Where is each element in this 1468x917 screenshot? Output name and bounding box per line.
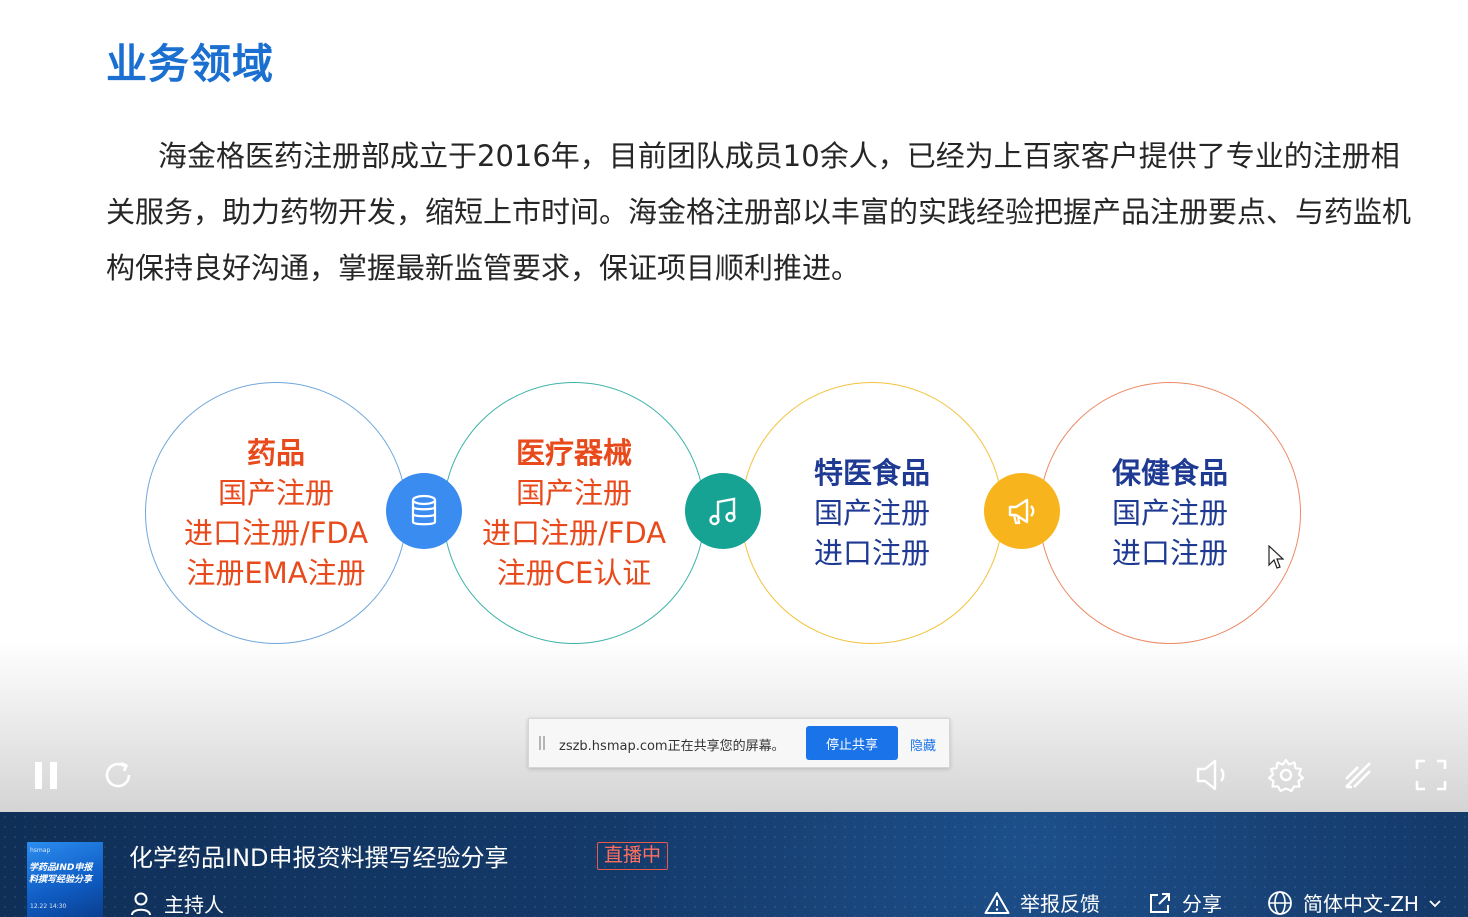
card-line: 进口注册/FDA — [183, 516, 369, 550]
thumbnail-title: 学药品IND申报料撰写经验分享 — [29, 863, 93, 885]
thumbnail-brand: hsmap — [30, 847, 51, 854]
pause-icon[interactable] — [30, 757, 62, 793]
live-thumbnail[interactable]: hsmap 学药品IND申报料撰写经验分享 12.22 14:30 — [27, 842, 103, 917]
intro-paragraph: 海金格医药注册部成立于2016年，目前团队成员10余人，已经为上百家客户提供了专… — [106, 139, 1412, 285]
drag-handle[interactable] — [539, 736, 545, 750]
mouse-cursor-icon — [1268, 544, 1285, 575]
card-line: 国产注册 — [217, 476, 334, 510]
fullscreen-icon[interactable] — [1412, 756, 1450, 794]
card-head: 特医食品 — [813, 456, 930, 490]
share-label: 分享 — [1182, 892, 1222, 916]
share-message: zszb.hsmap.com正在共享您的屏幕。 — [559, 739, 785, 754]
chevron-down-icon — [1429, 899, 1441, 907]
danmaku-off-icon[interactable] — [1338, 756, 1378, 794]
card-line: 国产注册 — [813, 496, 930, 530]
music-note-icon — [685, 473, 761, 549]
user-icon — [131, 892, 151, 915]
card-head: 保健食品 — [1111, 456, 1228, 490]
megaphone-icon — [984, 473, 1060, 549]
host-label: 主持人 — [164, 893, 224, 917]
card-line: 注册EMA注册 — [186, 556, 366, 590]
globe-icon — [1268, 890, 1292, 915]
database-icon — [386, 473, 462, 549]
screen-share-bar: zszb.hsmap.com正在共享您的屏幕。 停止共享 隐藏 — [528, 718, 950, 768]
card-head: 药品 — [246, 436, 305, 470]
host-info[interactable]: 主持人 — [130, 889, 224, 917]
card-line: 进口注册 — [813, 536, 930, 570]
settings-icon[interactable] — [1266, 756, 1306, 794]
share-icon — [1150, 892, 1170, 913]
language-label: 简体中文-ZH — [1303, 892, 1419, 916]
presentation-slide: 业务领域 海金格医药注册部成立于2016年，目前团队成员10余人，已经为上百家客… — [0, 0, 1468, 812]
card-line: 进口注册/FDA — [481, 516, 667, 550]
volume-icon[interactable] — [1193, 756, 1233, 794]
slide-title: 业务领域 — [106, 40, 274, 88]
thumbnail-time: 12.22 14:30 — [30, 903, 67, 910]
card-line: 国产注册 — [515, 476, 632, 510]
language-selector[interactable]: 简体中文-ZH — [1267, 888, 1443, 917]
card-head: 医疗器械 — [515, 436, 632, 470]
live-status-badge: 直播中 — [597, 842, 669, 870]
report-label: 举报反馈 — [1020, 892, 1100, 916]
warning-icon — [984, 891, 1010, 914]
card-health-food: 保健食品 国产注册 进口注册 — [1039, 453, 1301, 573]
share-button[interactable]: 分享 — [1148, 888, 1222, 917]
report-button[interactable]: 举报反馈 — [984, 888, 1100, 917]
card-device: 医疗器械 国产注册 进口注册/FDA 注册CE认证 — [443, 433, 705, 593]
card-medical-food: 特医食品 国产注册 进口注册 — [741, 453, 1003, 573]
card-drug: 药品 国产注册 进口注册/FDA 注册EMA注册 — [145, 433, 407, 593]
refresh-icon[interactable] — [100, 757, 136, 793]
live-title: 化学药品IND申报资料撰写经验分享 — [129, 844, 509, 872]
hide-link[interactable]: 隐藏 — [910, 735, 936, 754]
stop-sharing-button[interactable]: 停止共享 — [806, 726, 898, 760]
card-line: 注册CE认证 — [496, 556, 652, 590]
card-line: 进口注册 — [1111, 536, 1228, 570]
card-line: 国产注册 — [1111, 496, 1228, 530]
